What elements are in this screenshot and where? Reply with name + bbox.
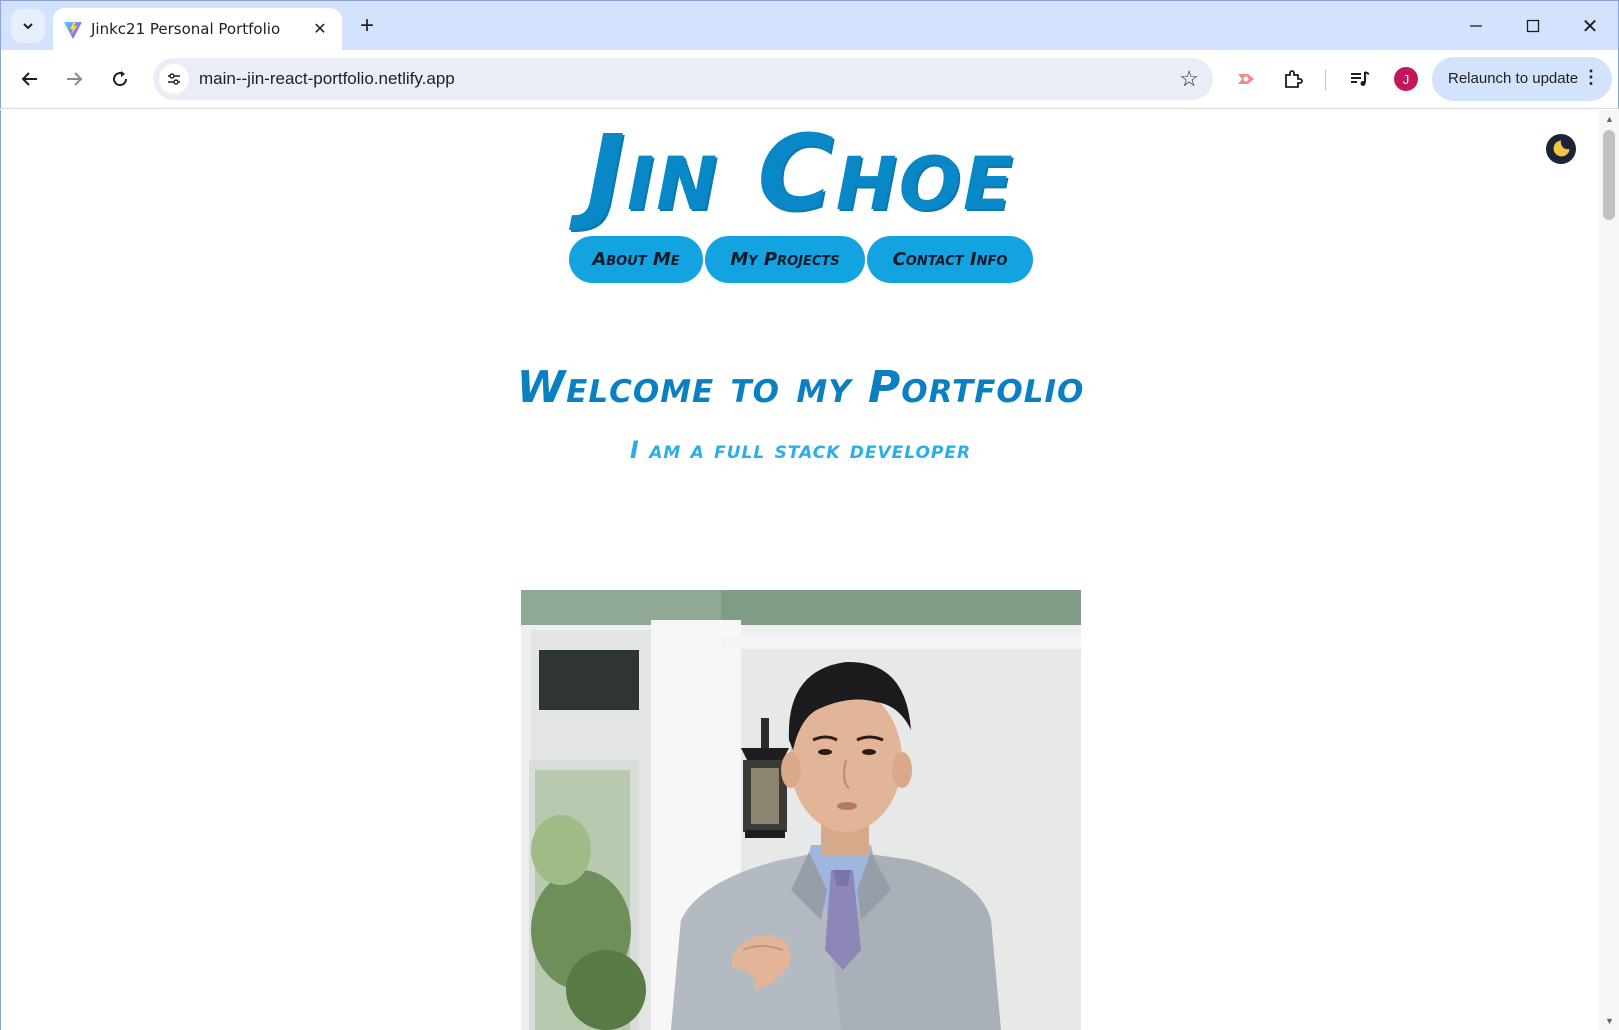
nav-contact-info[interactable]: Contact Info <box>867 236 1033 283</box>
page-viewport: Jin Choe About Me My Projects Contact In… <box>0 110 1619 1030</box>
active-tab[interactable]: Jinkc21 Personal Portfolio ✕ <box>53 8 342 51</box>
profile-avatar[interactable]: J <box>1389 62 1423 96</box>
back-arrow-icon[interactable] <box>13 62 47 96</box>
minimize-icon[interactable] <box>1456 9 1496 43</box>
tab-title: Jinkc21 Personal Portfolio <box>91 20 281 38</box>
browser-toolbar: main--jin-react-portfolio.netlify.app ☆ … <box>0 50 1619 109</box>
tab-strip: Jinkc21 Personal Portfolio ✕ + ✕ <box>0 0 1619 51</box>
nav-my-projects[interactable]: My Projects <box>705 236 865 283</box>
new-tab-button[interactable]: + <box>353 12 381 40</box>
page-scrollbar[interactable]: ▲ ▼ <box>1599 110 1619 1030</box>
media-controls-icon[interactable] <box>1343 62 1377 96</box>
vite-favicon-icon <box>64 21 82 39</box>
scroll-up-arrow-icon[interactable]: ▲ <box>1605 114 1614 124</box>
scrollbar-thumb[interactable] <box>1603 130 1615 220</box>
theme-toggle-button[interactable] <box>1546 134 1576 164</box>
profile-photo <box>521 590 1081 1030</box>
address-bar[interactable]: main--jin-react-portfolio.netlify.app ☆ <box>153 58 1213 100</box>
site-info-icon[interactable] <box>159 64 189 94</box>
site-title: Jin Choe <box>586 112 1015 234</box>
extensions-puzzle-icon[interactable] <box>1276 62 1310 96</box>
tab-search-button[interactable] <box>11 9 45 43</box>
welcome-heading: Welcome to my Portfolio <box>516 362 1085 413</box>
forward-arrow-icon[interactable] <box>57 62 91 96</box>
scroll-down-arrow-icon[interactable]: ▼ <box>1605 1016 1614 1026</box>
nav-about-me[interactable]: About Me <box>569 236 703 283</box>
chevron-down-icon <box>23 23 33 30</box>
more-menu-icon[interactable]: ⋮ <box>1582 67 1600 88</box>
maximize-icon[interactable] <box>1513 9 1553 43</box>
url-text: main--jin-react-portfolio.netlify.app <box>199 69 455 88</box>
bookmark-star-icon[interactable]: ☆ <box>1179 66 1199 92</box>
close-tab-icon[interactable]: ✕ <box>308 17 332 41</box>
toolbar-divider <box>1325 70 1326 90</box>
relaunch-to-update-button[interactable]: Relaunch to update ⋮ <box>1432 57 1612 101</box>
relaunch-label: Relaunch to update <box>1448 70 1579 87</box>
moon-icon <box>1553 140 1570 157</box>
avatar-initial: J <box>1394 67 1418 91</box>
tagline: I am a full stack developer <box>629 436 972 464</box>
main-nav: About Me My Projects Contact Info <box>569 236 1033 284</box>
reload-icon[interactable] <box>103 62 137 96</box>
window-close-icon[interactable]: ✕ <box>1570 9 1610 43</box>
cast-extension-icon[interactable] <box>1229 62 1263 96</box>
